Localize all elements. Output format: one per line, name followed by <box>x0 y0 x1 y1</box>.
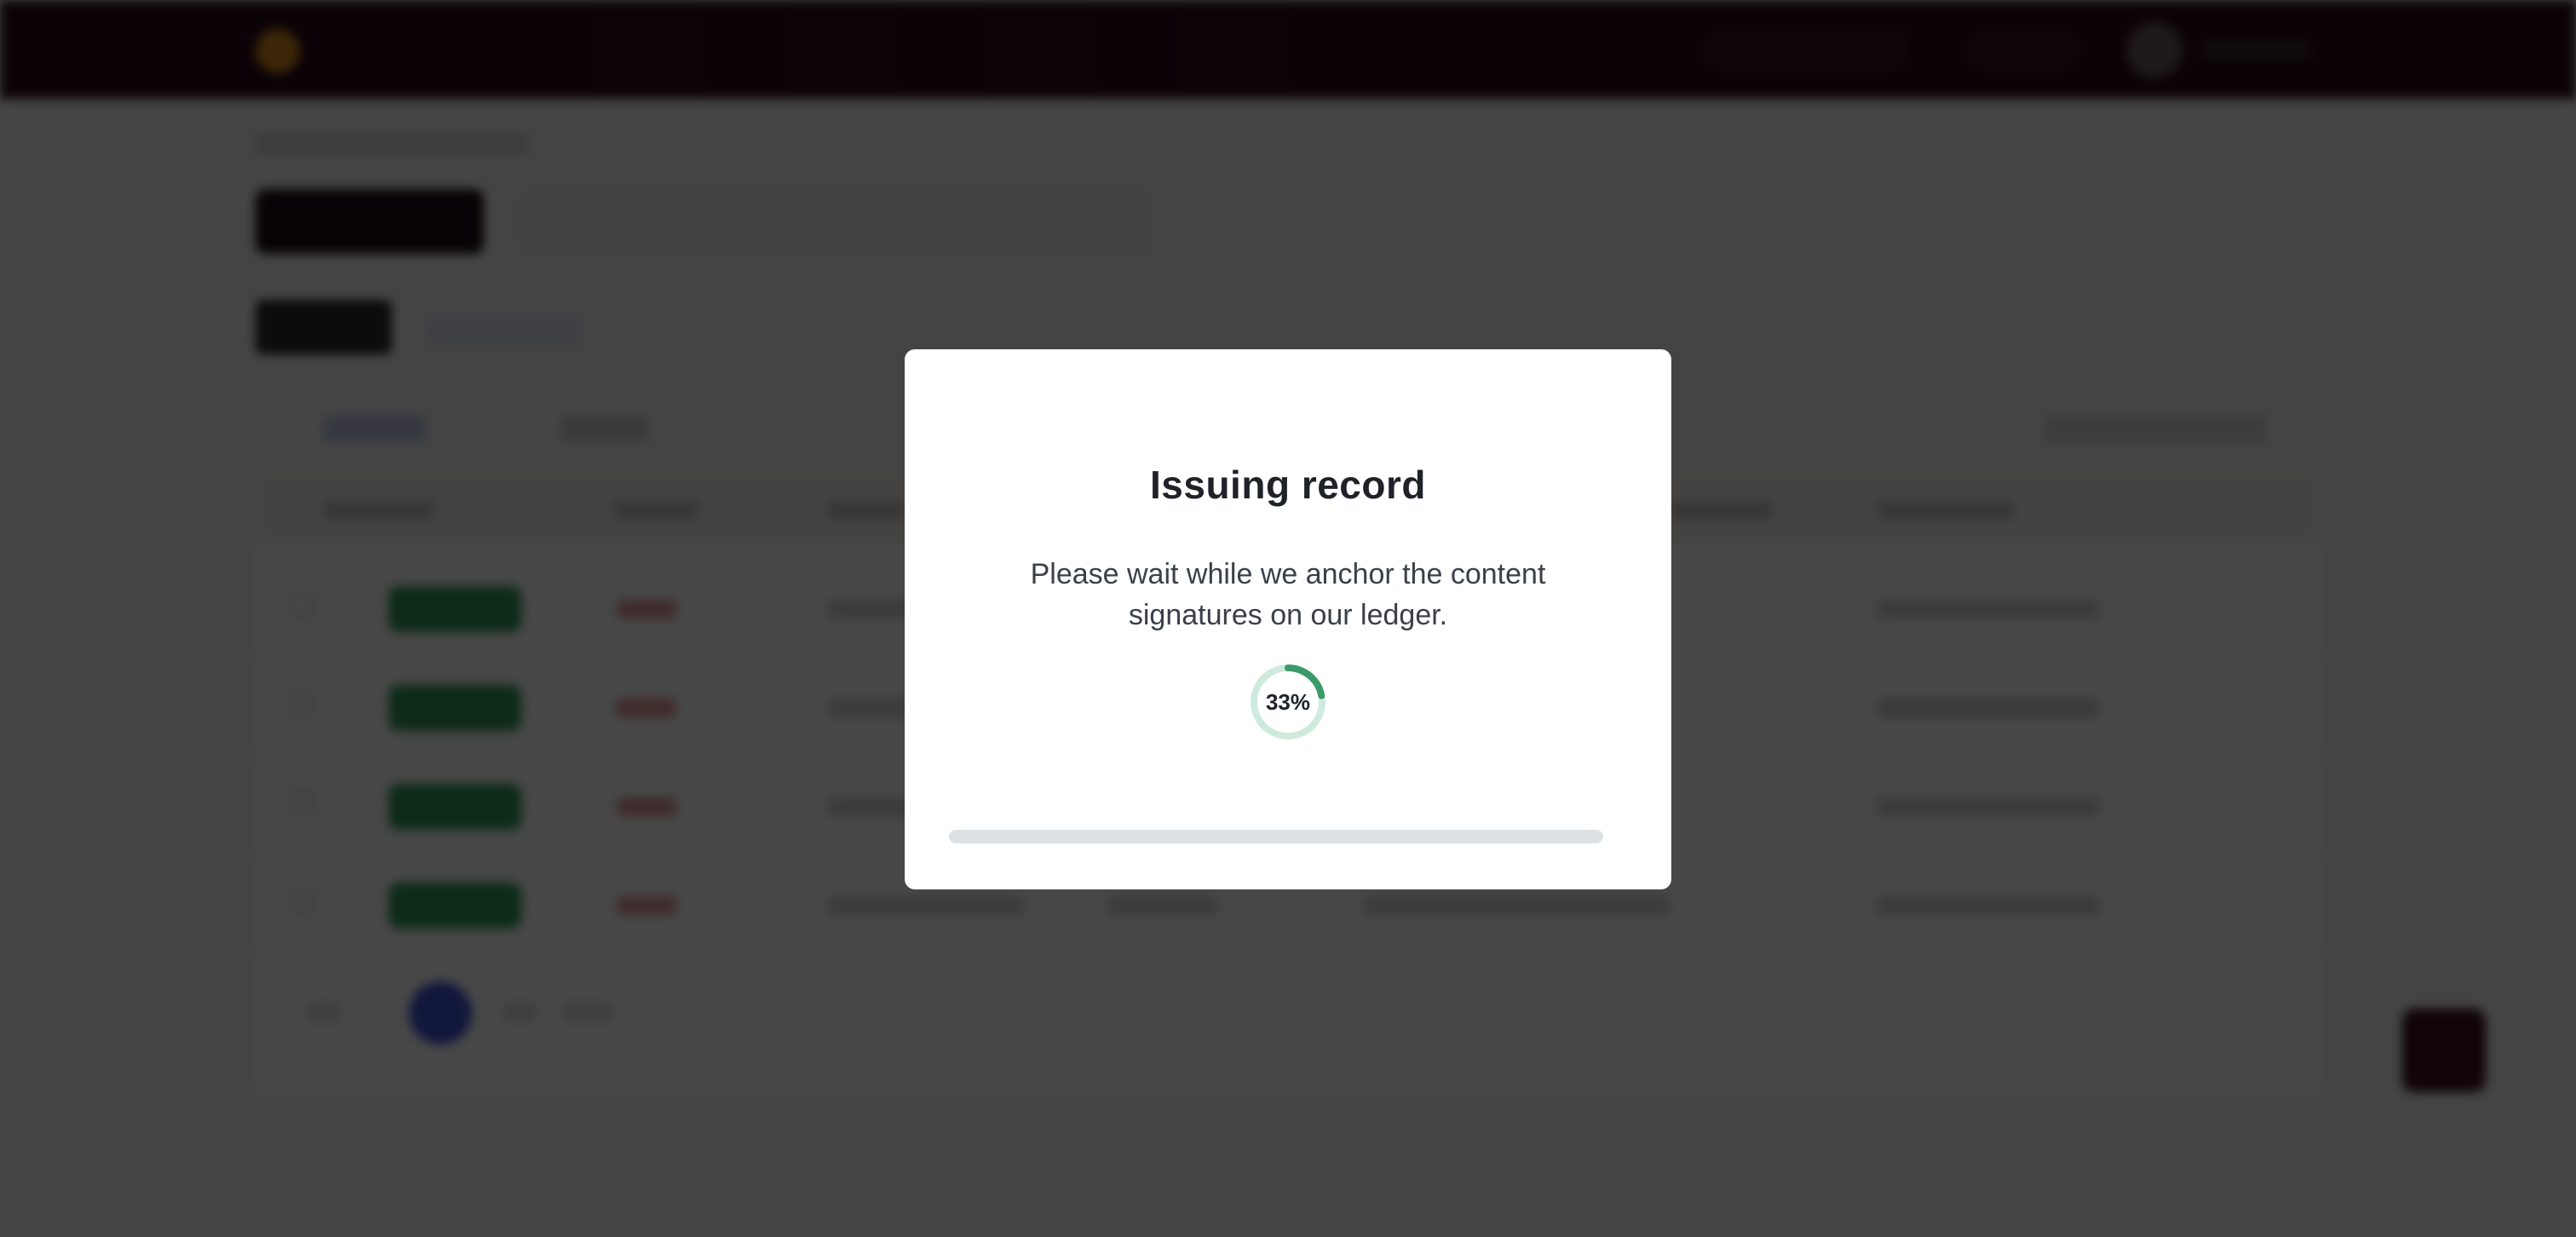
issuing-record-dialog: Issuing record Please wait while we anch… <box>905 349 1671 889</box>
dialog-title: Issuing record <box>1150 463 1426 507</box>
progress-percentage: 33% <box>1265 689 1311 715</box>
progress-bar <box>949 830 1603 843</box>
dialog-description: Please wait while we anchor the content … <box>1030 558 1546 631</box>
